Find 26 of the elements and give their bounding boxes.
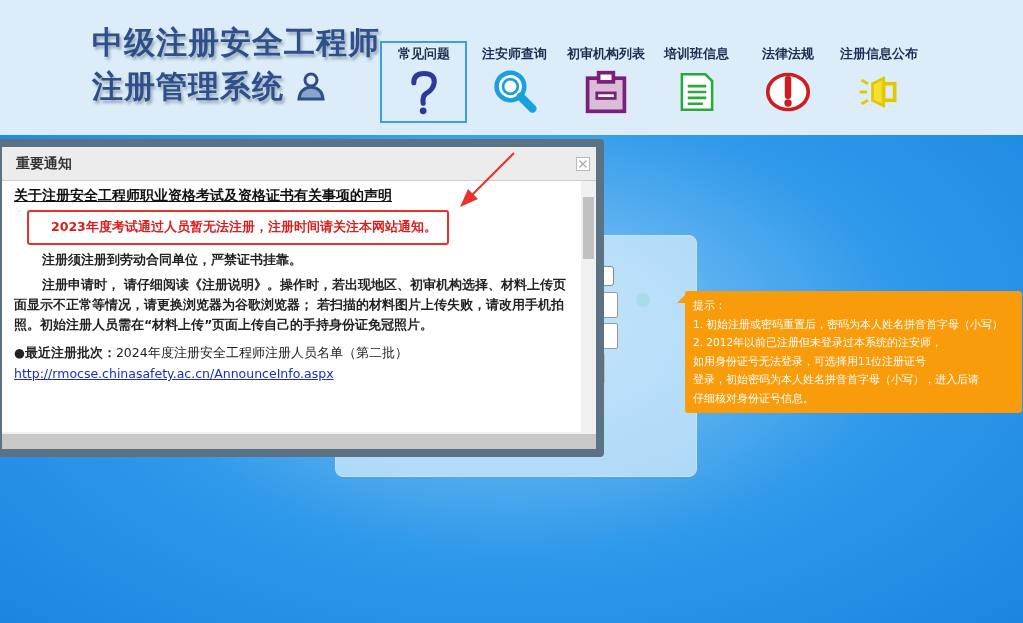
tip-text: 仔细核对身份证号信息。 [693, 390, 815, 406]
nav-item[interactable]: 常见问题 [380, 41, 467, 123]
system-title: 中级注册安全工程师 [92, 23, 380, 62]
batch-text: ●最近注册批次：2024年度注册安全工程师注册人员名单（第二批） [14, 344, 409, 362]
tip-text: 1. 初始注册或密码重置后，密码为本人姓名拼音首字母（小写） [693, 316, 1005, 332]
alert-text: 2023年度考试通过人员暂无法注册，注册时间请关注本网站通知。 [27, 210, 449, 245]
system-title: 注册管理系统 [92, 64, 380, 108]
notice-paragraph: 注册须注册到劳动合同单位，严禁证书挂靠。 [41, 251, 303, 269]
announce-link[interactable]: http://rmocse.chinasafety.ac.cn/AnnounceInfo.aspx [14, 366, 334, 381]
notice-paragraph: 注册申请时， 请仔细阅读《注册说明》。操作时，若出现地区、初审机构选择、材料上传页面显示不正常等情况，请更换浏览器为谷歌浏览器； 若扫描的材料图片上传失败，请改用手机拍照。初始注册人员需在“材料上传”页面上传自己的手持身份证免冠照片。 [14, 276, 568, 334]
nav-item[interactable]: 注安师查询 [471, 41, 558, 123]
magnifier-icon [491, 69, 538, 115]
vertical-scrollbar[interactable] [581, 181, 596, 432]
dialog-title: 重要通知 [16, 154, 72, 173]
tip-text: 2. 2012年以前已注册但未登录过本系统的注安师， [693, 335, 944, 350]
nav-item[interactable]: 初审机构列表 [562, 41, 649, 123]
nav-item[interactable]: 注册信息公布 [835, 41, 922, 123]
nav-item[interactable]: 法律法规 [744, 41, 831, 123]
tip-text: 登录，初始密码为本人姓名拼音首字母（小写），进入后请 [693, 372, 980, 387]
notice-heading: 关于注册安全工程师职业资格考试及资格证书有关事项的声明 [14, 186, 393, 205]
nav-item[interactable]: 培训班信息 [653, 41, 740, 123]
tip-title: 提示： [693, 298, 727, 313]
user-icon [296, 71, 326, 101]
horizontal-scrollbar[interactable] [2, 432, 596, 449]
tip-text: 如用身份证号无法登录，可选择用11位注册证号 [693, 353, 928, 369]
close-icon[interactable] [576, 156, 590, 171]
